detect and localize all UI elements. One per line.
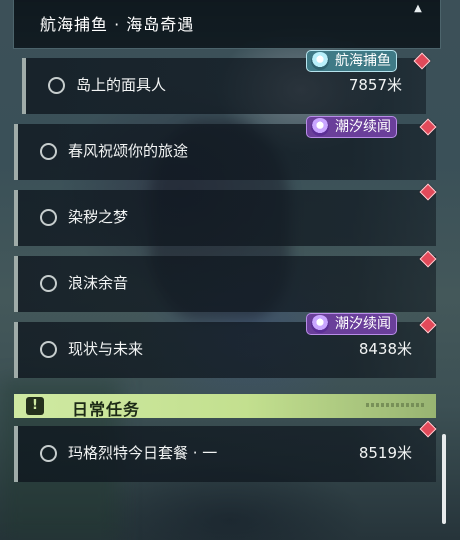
tide-emblem-icon [309, 117, 331, 137]
chevron-up-icon[interactable]: ▲ [406, 0, 430, 20]
daily-quests-section-header[interactable]: ! 日常任务 [14, 394, 436, 419]
quest-tag-label: 潮汐续闻 [335, 316, 391, 332]
tide-emblem-icon [309, 314, 331, 334]
quest-item-foam-echo[interactable]: 浪沫余音 [14, 256, 436, 312]
fishing-emblem-icon [309, 51, 331, 71]
section-title: 日常任务 [72, 400, 141, 419]
quest-status-circle-icon [40, 445, 57, 462]
quest-tag: 航海捕鱼 [306, 50, 397, 72]
quest-name: 岛上的面具人 [76, 76, 167, 94]
section-decoration [366, 403, 424, 407]
quest-status-circle-icon [40, 209, 57, 226]
quest-status-circle-icon [40, 341, 57, 358]
quest-distance: 8438米 [358, 340, 412, 358]
quest-group-title: 航海捕鱼 · 海岛奇遇 [40, 15, 195, 34]
quest-name: 春风祝颂你的旅途 [68, 142, 189, 160]
quest-name: 浪沫余音 [68, 274, 129, 292]
quest-name: 染秽之梦 [68, 208, 129, 226]
quest-group-header[interactable]: 航海捕鱼 · 海岛奇遇 ▲ [13, 0, 441, 49]
daily-quest-item-margaret-meal[interactable]: 玛格烈特今日套餐 · 一 8519米 [14, 426, 436, 482]
quest-name: 玛格烈特今日套餐 · 一 [68, 444, 218, 462]
quest-status-circle-icon [48, 77, 65, 94]
exclamation-icon: ! [26, 397, 44, 415]
quest-status-circle-icon [40, 275, 57, 292]
quest-status-circle-icon [40, 143, 57, 160]
quest-tag-label: 航海捕鱼 [335, 53, 391, 69]
quest-tag-label: 潮汐续闻 [335, 119, 391, 135]
quest-item-tainted-dream[interactable]: 染秽之梦 [14, 190, 436, 246]
quest-distance: 8519米 [358, 444, 412, 462]
quest-name: 现状与未来 [68, 340, 144, 358]
quest-distance: 7857米 [348, 76, 402, 94]
scrollbar[interactable] [442, 434, 446, 524]
quest-tag: 潮汐续闻 [306, 313, 397, 335]
quest-tag: 潮汐续闻 [306, 116, 397, 138]
